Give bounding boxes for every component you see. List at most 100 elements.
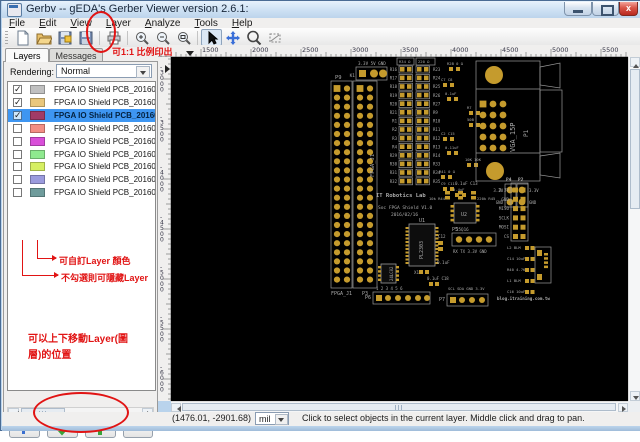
svg-text:R27: R27 bbox=[433, 101, 441, 106]
svg-text:P1: P1 bbox=[523, 129, 530, 137]
menu-analyze[interactable]: Analyze bbox=[138, 18, 188, 29]
svg-text:R3: R3 bbox=[392, 136, 397, 141]
layer-color-swatch[interactable] bbox=[30, 188, 45, 198]
zoom-out-button[interactable] bbox=[152, 29, 173, 46]
layer-visibility-checkbox[interactable] bbox=[13, 162, 22, 172]
menu-file[interactable]: File bbox=[2, 18, 32, 29]
menu-help[interactable]: Help bbox=[225, 18, 260, 29]
svg-text:0.1uF: 0.1uF bbox=[445, 91, 457, 96]
maximize-button[interactable] bbox=[592, 2, 619, 16]
canvas-hscrollbar[interactable] bbox=[171, 401, 628, 412]
rendering-combobox[interactable]: Normal bbox=[56, 64, 152, 78]
svg-text:R31: R31 bbox=[390, 170, 398, 175]
layer-visibility-checkbox[interactable]: ✓ bbox=[13, 97, 22, 107]
menu-layer[interactable]: Layer bbox=[99, 18, 138, 29]
combo-arrow-icon[interactable] bbox=[136, 66, 150, 78]
layer-color-swatch[interactable] bbox=[30, 123, 45, 133]
svg-text:R13: R13 bbox=[433, 144, 441, 149]
layer-row[interactable]: FPGA IO Shield PCB_20160225.r bbox=[8, 173, 155, 186]
layer-visibility-checkbox[interactable] bbox=[13, 123, 22, 133]
combo-arrow-icon[interactable] bbox=[275, 414, 288, 425]
menu-tools[interactable]: Tools bbox=[187, 18, 224, 29]
layer-name: FPGA IO Shield PCB_20160225- bbox=[54, 149, 156, 159]
measure-tool-button[interactable] bbox=[264, 29, 285, 46]
svg-text:220k R45: 220k R45 bbox=[477, 196, 495, 201]
layer-color-swatch[interactable] bbox=[30, 136, 45, 146]
layer-row[interactable]: ✓ FPGA IO Shield PCB_20160225- bbox=[8, 108, 155, 122]
svg-text:GND: GND bbox=[529, 200, 537, 205]
layer-color-swatch[interactable] bbox=[30, 85, 45, 94]
layer-color-swatch[interactable] bbox=[30, 149, 45, 159]
zoom-in-button[interactable] bbox=[131, 29, 152, 46]
scroll-right-arrow[interactable] bbox=[618, 403, 628, 412]
canvas-vscrollbar[interactable] bbox=[628, 57, 640, 401]
layer-visibility-checkbox[interactable] bbox=[13, 136, 22, 146]
open-folder-icon bbox=[35, 33, 52, 44]
layer-color-swatch[interactable] bbox=[30, 162, 45, 172]
zoom-region-tool-button[interactable] bbox=[243, 29, 264, 46]
svg-text:10k R44: 10k R44 bbox=[429, 196, 446, 201]
maximize-icon bbox=[601, 5, 614, 16]
svg-text:R41 0 Ω: R41 0 Ω bbox=[439, 169, 456, 174]
measure-icon bbox=[269, 33, 280, 42]
save-as-button[interactable] bbox=[54, 29, 75, 46]
save-button[interactable] bbox=[75, 29, 96, 46]
layer-visibility-checkbox[interactable] bbox=[13, 175, 22, 185]
pointer-tool-button[interactable] bbox=[201, 29, 222, 46]
svg-text:2016/02/16: 2016/02/16 bbox=[391, 212, 418, 218]
svg-text:FPGA_J1: FPGA_J1 bbox=[331, 291, 352, 297]
svg-text:R16: R16 bbox=[390, 67, 398, 72]
scroll-up-arrow[interactable] bbox=[630, 57, 640, 68]
zoom-fit-button[interactable] bbox=[173, 29, 194, 46]
close-button[interactable]: x bbox=[619, 2, 638, 16]
svg-text:P7: P7 bbox=[439, 297, 445, 303]
print-button[interactable] bbox=[103, 29, 124, 46]
layer-row[interactable]: FPGA IO Shield PCB_20160225- bbox=[8, 122, 155, 135]
scroll-down-arrow[interactable] bbox=[630, 391, 640, 401]
layer-color-swatch[interactable] bbox=[30, 175, 45, 185]
layer-row[interactable]: ✓ FPGA IO Shield PCB_20160225- bbox=[8, 96, 155, 109]
svg-text:R17: R17 bbox=[390, 76, 398, 81]
print-icon bbox=[107, 31, 120, 44]
scroll-left-arrow[interactable] bbox=[171, 403, 181, 412]
svg-text:R35: R35 bbox=[433, 179, 441, 184]
layer-visibility-checkbox[interactable] bbox=[13, 188, 22, 198]
toolbar-grip[interactable] bbox=[5, 30, 8, 45]
layer-row[interactable]: ✓ FPGA IO Shield PCB_20160225- bbox=[8, 83, 155, 96]
layer-color-swatch[interactable] bbox=[30, 110, 45, 120]
svg-text:0: 0 bbox=[160, 86, 164, 93]
menu-edit[interactable]: Edit bbox=[32, 18, 63, 29]
layer-name: FPGA IO Shield PCB_20160225- bbox=[54, 123, 156, 133]
layer-visibility-checkbox[interactable] bbox=[13, 149, 22, 159]
horizontal-ruler: 1500 2000 2500 3000 3500 4000 4500 5000 5500 bbox=[158, 45, 628, 57]
svg-text:R19: R19 bbox=[390, 93, 398, 98]
layer-row[interactable]: FPGA IO Shield PCB_20160225- bbox=[8, 135, 155, 148]
app-icon bbox=[7, 3, 22, 17]
layer-visibility-checkbox[interactable]: ✓ bbox=[13, 85, 22, 94]
svg-text:P9: P9 bbox=[335, 75, 342, 81]
new-file-button[interactable] bbox=[12, 29, 33, 46]
toolbar-separator bbox=[99, 30, 100, 45]
layer-color-swatch[interactable] bbox=[30, 97, 45, 107]
layer-row[interactable]: FPGA IO Shield PCB_20160225- bbox=[8, 186, 155, 199]
layer-name: FPGA IO Shield PCB_20160225- bbox=[54, 162, 156, 172]
svg-text:P2: P2 bbox=[518, 177, 524, 183]
pan-tool-button[interactable] bbox=[222, 29, 243, 46]
svg-text:MOSI: MOSI bbox=[499, 225, 510, 230]
pcb-canvas[interactable]: P9 FPGA_J1 FPGA_J1 P3 3.3V 5V GND K1 R34 Ω 220 … bbox=[171, 57, 628, 401]
title-bar[interactable]: Gerbv -- gEDA's Gerber Viewer version 2.… bbox=[2, 1, 640, 18]
layer-visibility-checkbox[interactable]: ✓ bbox=[13, 110, 22, 120]
new-file-icon bbox=[17, 30, 28, 45]
layer-row[interactable]: FPGA IO Shield PCB_20160225- bbox=[8, 160, 155, 173]
open-button[interactable] bbox=[33, 29, 54, 46]
scroll-thumb[interactable] bbox=[182, 403, 616, 411]
menu-view[interactable]: View bbox=[63, 18, 99, 29]
minimize-button[interactable] bbox=[564, 2, 592, 16]
svg-text:R18: R18 bbox=[390, 84, 398, 89]
scroll-thumb[interactable] bbox=[630, 69, 640, 209]
window-title: Gerbv -- gEDA's Gerber Viewer version 2.… bbox=[26, 3, 249, 15]
tab-messages[interactable]: Messages bbox=[49, 48, 103, 62]
tab-layers[interactable]: Layers bbox=[5, 48, 49, 62]
units-combobox[interactable]: mil bbox=[255, 412, 289, 425]
layer-row[interactable]: FPGA IO Shield PCB_20160225- bbox=[8, 148, 155, 161]
